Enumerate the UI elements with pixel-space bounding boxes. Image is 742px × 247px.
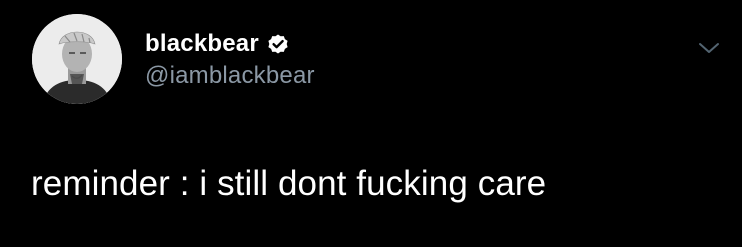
author-handle[interactable]: @iamblackbear bbox=[145, 62, 315, 90]
chevron-down-icon[interactable] bbox=[696, 38, 722, 58]
verified-badge-icon bbox=[266, 32, 290, 56]
tweet-text: reminder : i still dont fucking care bbox=[31, 164, 547, 203]
avatar[interactable] bbox=[32, 14, 122, 104]
avatar-photo bbox=[32, 14, 122, 104]
author-name-row: blackbear bbox=[145, 27, 290, 61]
tweet-card: blackbear @iamblackbear reminder : i sti… bbox=[0, 0, 742, 247]
author-display-name[interactable]: blackbear bbox=[145, 30, 259, 58]
